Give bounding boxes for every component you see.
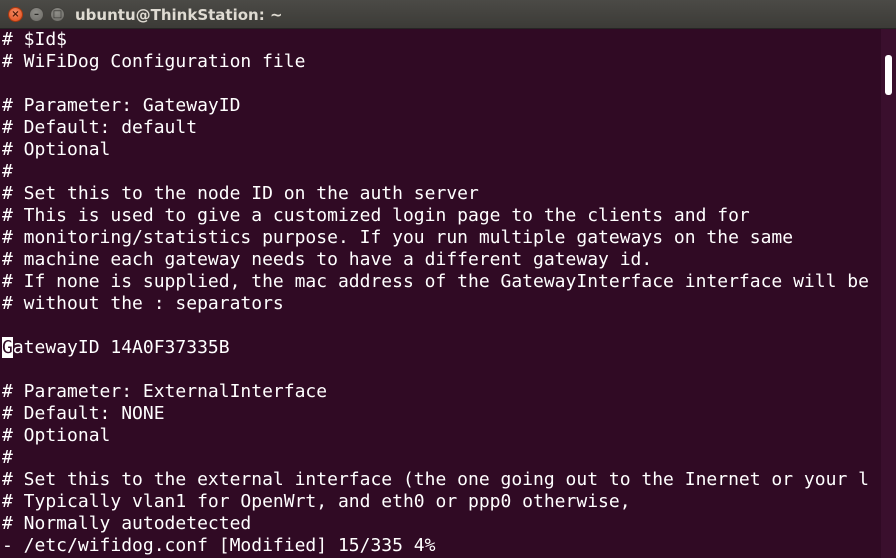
terminal-line: # machine each gateway needs to have a d… — [2, 249, 653, 270]
text-cursor: G — [2, 337, 13, 358]
terminal-line: # monitoring/statistics purpose. If you … — [2, 227, 794, 248]
terminal-line: # Normally autodetected — [2, 513, 252, 534]
terminal-line: # Parameter: GatewayID — [2, 95, 241, 116]
terminal-line: # without the : separators — [2, 293, 284, 314]
terminal-line: # Optional — [2, 425, 111, 446]
terminal-line: # Default: NONE — [2, 403, 165, 424]
terminal-line: # $Id$ — [2, 29, 68, 50]
terminal-line-cursor: GatewayID 14A0F37335B — [0, 337, 230, 359]
terminal-line: # Optional — [2, 139, 111, 160]
terminal-line: # Set this to the node ID on the auth se… — [2, 183, 479, 204]
terminal-line: # If none is supplied, the mac address o… — [2, 271, 869, 292]
cursor-line-text: atewayID 14A0F37335B — [12, 337, 230, 358]
terminal-line: # Parameter: ExternalInterface — [2, 381, 328, 402]
terminal-line: # Set this to the external interface (th… — [2, 469, 869, 490]
terminal-line: # WiFiDog Configuration file — [2, 51, 306, 72]
terminal-line: # — [2, 161, 13, 182]
terminal-line: # Default: default — [2, 117, 198, 138]
terminal-line: # This is used to give a customized logi… — [2, 205, 750, 226]
close-icon[interactable]: × — [8, 7, 23, 22]
scrollbar[interactable] — [881, 29, 896, 558]
terminal-text-area[interactable]: # $Id$ # WiFiDog Configuration file # Pa… — [0, 29, 881, 558]
window-title: ubuntu@ThinkStation: ~ — [75, 6, 283, 24]
terminal-line: # Typically vlan1 for OpenWrt, and eth0 … — [2, 491, 631, 512]
title-bar[interactable]: × – □ ubuntu@ThinkStation: ~ — [0, 0, 896, 29]
scrollbar-thumb[interactable] — [885, 55, 892, 95]
maximize-icon[interactable]: □ — [50, 7, 65, 22]
terminal-window: × – □ ubuntu@ThinkStation: ~ # $Id$ # Wi… — [0, 0, 896, 558]
status-line: - /etc/wifidog.conf [Modified] 15/335 4% — [2, 535, 436, 556]
terminal-line: # — [2, 447, 13, 468]
minimize-icon[interactable]: – — [29, 7, 44, 22]
